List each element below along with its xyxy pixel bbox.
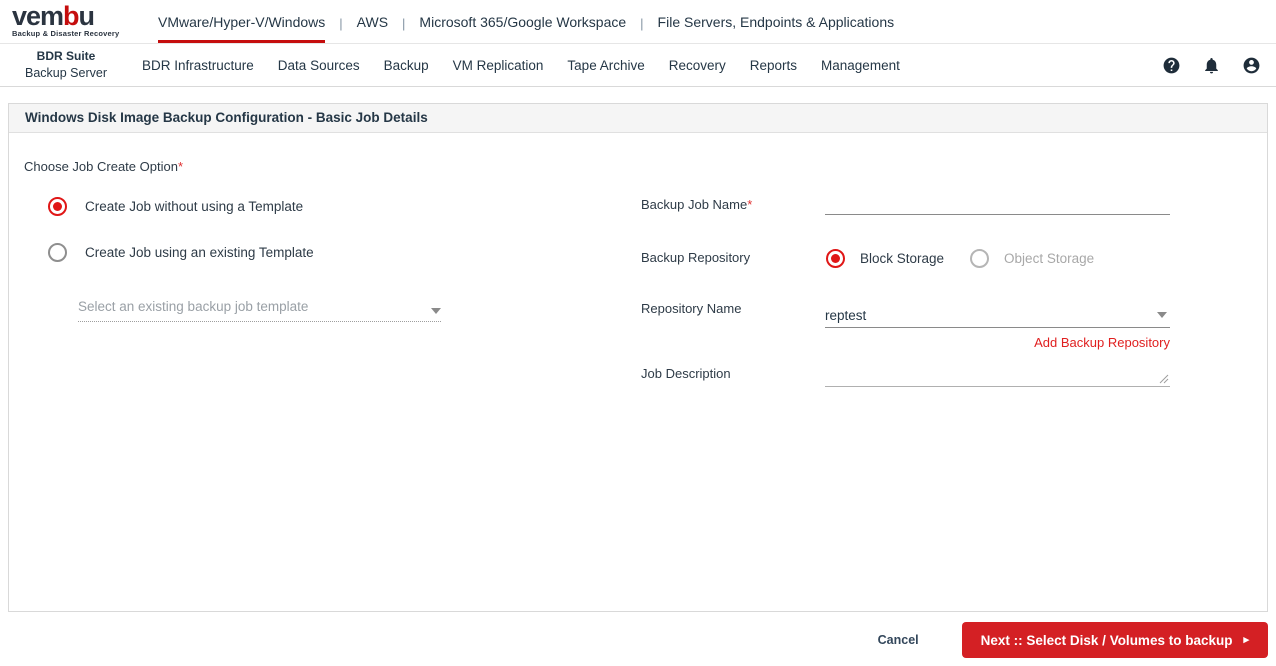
nav-item-tape-archive[interactable]: Tape Archive — [567, 58, 644, 73]
nav-item-vm-replication[interactable]: VM Replication — [453, 58, 544, 73]
arrow-right-icon: ▸ — [1243, 633, 1249, 646]
nav-item-data-sources[interactable]: Data Sources — [278, 58, 360, 73]
job-description-textarea[interactable] — [825, 361, 1170, 387]
tab-microsoft365-google-workspace[interactable]: Microsoft 365/Google Workspace — [419, 0, 626, 43]
chevron-down-icon — [1157, 312, 1167, 318]
repository-name-value: reptest — [825, 307, 867, 323]
nav-item-management[interactable]: Management — [821, 58, 900, 73]
backup-repository-label: Backup Repository — [641, 250, 751, 265]
vembu-logo-text: vembu — [12, 0, 95, 31]
tab-aws[interactable]: AWS — [357, 0, 388, 43]
radio-label: Create Job without using a Template — [85, 199, 304, 214]
nav-item-recovery[interactable]: Recovery — [669, 58, 726, 73]
tab-separator: | — [339, 15, 343, 31]
repository-name-label: Repository Name — [641, 301, 742, 316]
template-select-dropdown: Select an existing backup job template — [78, 299, 441, 322]
radio-unselected-icon — [48, 243, 67, 262]
choose-job-create-option-label: Choose Job Create Option* — [24, 159, 183, 174]
resize-handle-icon[interactable] — [1159, 374, 1169, 384]
next-button-label: Next :: Select Disk / Volumes to backup — [980, 632, 1233, 648]
tab-file-servers-endpoints-applications[interactable]: File Servers, Endpoints & Applications — [658, 0, 895, 43]
job-config-panel: Windows Disk Image Backup Configuration … — [8, 103, 1268, 612]
radio-selected-icon — [48, 197, 67, 216]
vembu-logo-tagline: Backup & Disaster Recovery — [12, 29, 120, 39]
template-select-placeholder: Select an existing backup job template — [78, 299, 309, 314]
backup-repository-options: Block Storage Object Storage — [826, 249, 1094, 268]
nav-item-reports[interactable]: Reports — [750, 58, 797, 73]
radio-create-with-existing-template[interactable]: Create Job using an existing Template — [48, 243, 314, 262]
radio-label: Create Job using an existing Template — [85, 245, 314, 260]
suite-label: BDR Suite Backup Server — [0, 49, 132, 81]
tab-vmware-hyperv-windows[interactable]: VMware/Hyper-V/Windows — [158, 0, 326, 43]
main-nav-bar: BDR Suite Backup Server BDR Infrastructu… — [0, 44, 1276, 87]
top-brand-bar: vembu Backup & Disaster Recovery VMware/… — [0, 0, 1276, 44]
radio-disabled-icon — [970, 249, 990, 268]
radio-label: Object Storage — [1004, 251, 1095, 266]
bell-icon[interactable] — [1202, 56, 1221, 75]
suite-title: BDR Suite — [36, 49, 96, 64]
job-config-form: Choose Job Create Option* Create Job wit… — [9, 133, 1267, 612]
backup-job-name-input[interactable] — [825, 189, 1170, 215]
page-title: Windows Disk Image Backup Configuration … — [9, 104, 1267, 133]
nav-item-backup[interactable]: Backup — [384, 58, 429, 73]
backup-job-name-label: Backup Job Name* — [641, 197, 753, 212]
product-tabs: VMware/Hyper-V/Windows | AWS | Microsoft… — [144, 0, 908, 43]
radio-block-storage[interactable]: Block Storage — [826, 249, 944, 268]
required-asterisk: * — [177, 159, 183, 174]
radio-object-storage: Object Storage — [970, 249, 1094, 268]
add-backup-repository-link[interactable]: Add Backup Repository — [825, 335, 1170, 350]
next-select-disk-volumes-button[interactable]: Next :: Select Disk / Volumes to backup … — [961, 622, 1268, 658]
radio-create-without-template[interactable]: Create Job without using a Template — [48, 197, 303, 216]
repository-name-dropdown[interactable]: reptest — [825, 303, 1170, 328]
radio-selected-icon — [826, 249, 845, 268]
chevron-down-icon — [431, 308, 441, 314]
required-asterisk: * — [747, 197, 753, 212]
header-icon-group — [1162, 56, 1276, 75]
help-icon[interactable] — [1162, 56, 1181, 75]
tab-separator: | — [402, 15, 406, 31]
job-description-label: Job Description — [641, 366, 731, 381]
tab-separator: | — [640, 15, 644, 31]
wizard-footer: Cancel Next :: Select Disk / Volumes to … — [0, 614, 1276, 666]
vembu-logo[interactable]: vembu Backup & Disaster Recovery — [0, 0, 132, 43]
user-account-icon[interactable] — [1242, 56, 1261, 75]
cancel-button[interactable]: Cancel — [878, 633, 919, 647]
main-nav-items: BDR Infrastructure Data Sources Backup V… — [142, 58, 900, 73]
suite-subtitle: Backup Server — [25, 65, 107, 80]
nav-item-bdr-infrastructure[interactable]: BDR Infrastructure — [142, 58, 254, 73]
radio-label: Block Storage — [860, 251, 945, 266]
